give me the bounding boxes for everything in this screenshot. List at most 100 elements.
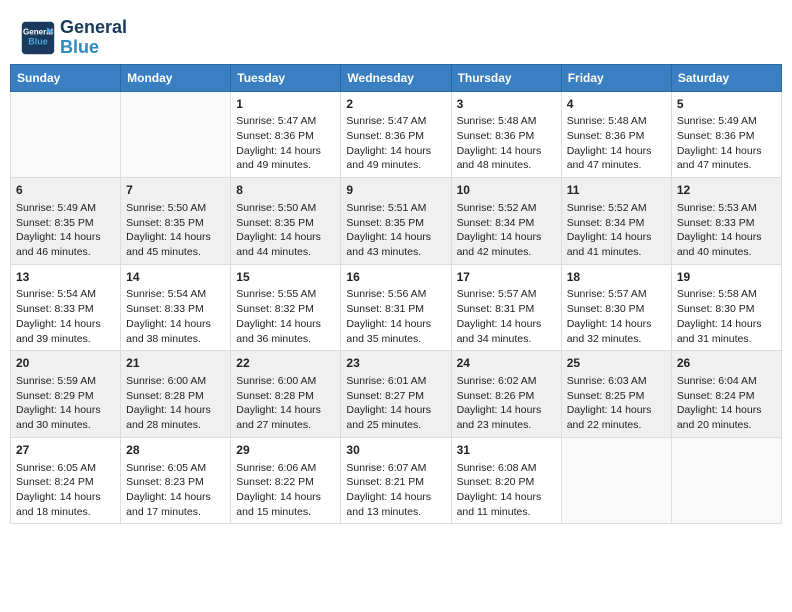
day-header-thursday: Thursday [451, 64, 561, 91]
calendar-day-cell: 20 Sunrise: 5:59 AM Sunset: 8:29 PM Dayli… [11, 351, 121, 438]
day-info: Sunrise: 5:48 AM Sunset: 8:36 PM Dayligh… [457, 114, 556, 173]
day-info: Sunrise: 5:54 AM Sunset: 8:33 PM Dayligh… [16, 287, 115, 346]
day-number: 10 [457, 182, 556, 199]
day-number: 14 [126, 269, 225, 286]
day-info: Sunrise: 6:01 AM Sunset: 8:27 PM Dayligh… [346, 374, 445, 433]
calendar-day-cell: 28 Sunrise: 6:05 AM Sunset: 8:23 PM Dayli… [121, 437, 231, 524]
day-number: 27 [16, 442, 115, 459]
calendar-day-cell: 30 Sunrise: 6:07 AM Sunset: 8:21 PM Dayli… [341, 437, 451, 524]
day-number: 17 [457, 269, 556, 286]
calendar: SundayMondayTuesdayWednesdayThursdayFrid… [10, 64, 782, 525]
logo: General Blue GeneralBlue [20, 18, 127, 58]
day-header-monday: Monday [121, 64, 231, 91]
day-number: 22 [236, 355, 335, 372]
day-info: Sunrise: 5:48 AM Sunset: 8:36 PM Dayligh… [567, 114, 666, 173]
calendar-day-cell: 13Sunrise: 5:54 AM Sunset: 8:33 PM Dayli… [11, 264, 121, 351]
calendar-week-row: 27 Sunrise: 6:05 AM Sunset: 8:24 PM Dayli… [11, 437, 782, 524]
calendar-day-cell: 16Sunrise: 5:56 AM Sunset: 8:31 PM Dayli… [341, 264, 451, 351]
day-info: Sunrise: 5:57 AM Sunset: 8:31 PM Dayligh… [457, 287, 556, 346]
day-number: 13 [16, 269, 115, 286]
calendar-day-cell: 4Sunrise: 5:48 AM Sunset: 8:36 PM Daylig… [561, 91, 671, 178]
day-header-friday: Friday [561, 64, 671, 91]
day-info: Sunrise: 6:05 AM Sunset: 8:23 PM Dayligh… [126, 461, 225, 520]
calendar-day-cell: 10 Sunrise: 5:52 AM Sunset: 8:34 PM Dayli… [451, 178, 561, 265]
calendar-day-cell: 1Sunrise: 5:47 AM Sunset: 8:36 PM Daylig… [231, 91, 341, 178]
day-info: Sunrise: 5:54 AM Sunset: 8:33 PM Dayligh… [126, 287, 225, 346]
calendar-day-cell: 23Sunrise: 6:01 AM Sunset: 8:27 PM Dayli… [341, 351, 451, 438]
calendar-day-cell [11, 91, 121, 178]
day-info: Sunrise: 6:05 AM Sunset: 8:24 PM Dayligh… [16, 461, 115, 520]
day-number: 2 [346, 96, 445, 113]
svg-text:Blue: Blue [28, 36, 48, 46]
day-header-tuesday: Tuesday [231, 64, 341, 91]
day-number: 29 [236, 442, 335, 459]
calendar-day-cell: 7Sunrise: 5:50 AM Sunset: 8:35 PM Daylig… [121, 178, 231, 265]
calendar-day-cell: 6 Sunrise: 5:49 AM Sunset: 8:35 PM Daylig… [11, 178, 121, 265]
calendar-day-cell: 21 Sunrise: 6:00 AM Sunset: 8:28 PM Dayli… [121, 351, 231, 438]
calendar-day-cell: 8 Sunrise: 5:50 AM Sunset: 8:35 PM Daylig… [231, 178, 341, 265]
day-number: 4 [567, 96, 666, 113]
day-number: 18 [567, 269, 666, 286]
day-info: Sunrise: 5:51 AM Sunset: 8:35 PM Dayligh… [346, 201, 445, 260]
day-number: 5 [677, 96, 776, 113]
calendar-day-cell: 24Sunrise: 6:02 AM Sunset: 8:26 PM Dayli… [451, 351, 561, 438]
logo-icon: General Blue [20, 20, 56, 56]
day-number: 20 [16, 355, 115, 372]
day-info: Sunrise: 5:52 AM Sunset: 8:34 PM Dayligh… [567, 201, 666, 260]
day-number: 9 [346, 182, 445, 199]
calendar-week-row: 6 Sunrise: 5:49 AM Sunset: 8:35 PM Daylig… [11, 178, 782, 265]
calendar-day-cell: 5Sunrise: 5:49 AM Sunset: 8:36 PM Daylig… [671, 91, 781, 178]
day-info: Sunrise: 5:52 AM Sunset: 8:34 PM Dayligh… [457, 201, 556, 260]
day-info: Sunrise: 5:47 AM Sunset: 8:36 PM Dayligh… [236, 114, 335, 173]
calendar-day-cell: 25Sunrise: 6:03 AM Sunset: 8:25 PM Dayli… [561, 351, 671, 438]
day-number: 11 [567, 182, 666, 199]
day-number: 1 [236, 96, 335, 113]
day-number: 3 [457, 96, 556, 113]
day-header-sunday: Sunday [11, 64, 121, 91]
calendar-day-cell: 17Sunrise: 5:57 AM Sunset: 8:31 PM Dayli… [451, 264, 561, 351]
calendar-day-cell: 2Sunrise: 5:47 AM Sunset: 8:36 PM Daylig… [341, 91, 451, 178]
day-info: Sunrise: 5:57 AM Sunset: 8:30 PM Dayligh… [567, 287, 666, 346]
day-info: Sunrise: 5:59 AM Sunset: 8:29 PM Dayligh… [16, 374, 115, 433]
calendar-day-cell: 29 Sunrise: 6:06 AM Sunset: 8:22 PM Dayli… [231, 437, 341, 524]
day-info: Sunrise: 6:00 AM Sunset: 8:28 PM Dayligh… [126, 374, 225, 433]
day-info: Sunrise: 5:50 AM Sunset: 8:35 PM Dayligh… [126, 201, 225, 260]
calendar-week-row: 20 Sunrise: 5:59 AM Sunset: 8:29 PM Dayli… [11, 351, 782, 438]
calendar-header-row: SundayMondayTuesdayWednesdayThursdayFrid… [11, 64, 782, 91]
day-info: Sunrise: 6:06 AM Sunset: 8:22 PM Dayligh… [236, 461, 335, 520]
day-info: Sunrise: 5:47 AM Sunset: 8:36 PM Dayligh… [346, 114, 445, 173]
day-info: Sunrise: 6:00 AM Sunset: 8:28 PM Dayligh… [236, 374, 335, 433]
calendar-day-cell: 12Sunrise: 5:53 AM Sunset: 8:33 PM Dayli… [671, 178, 781, 265]
calendar-week-row: 1Sunrise: 5:47 AM Sunset: 8:36 PM Daylig… [11, 91, 782, 178]
calendar-day-cell: 14Sunrise: 5:54 AM Sunset: 8:33 PM Dayli… [121, 264, 231, 351]
day-number: 8 [236, 182, 335, 199]
day-number: 21 [126, 355, 225, 372]
day-header-wednesday: Wednesday [341, 64, 451, 91]
day-number: 15 [236, 269, 335, 286]
day-info: Sunrise: 5:50 AM Sunset: 8:35 PM Dayligh… [236, 201, 335, 260]
day-number: 30 [346, 442, 445, 459]
day-info: Sunrise: 5:56 AM Sunset: 8:31 PM Dayligh… [346, 287, 445, 346]
calendar-day-cell: 26Sunrise: 6:04 AM Sunset: 8:24 PM Dayli… [671, 351, 781, 438]
day-info: Sunrise: 5:53 AM Sunset: 8:33 PM Dayligh… [677, 201, 776, 260]
day-number: 6 [16, 182, 115, 199]
day-info: Sunrise: 5:58 AM Sunset: 8:30 PM Dayligh… [677, 287, 776, 346]
calendar-day-cell [671, 437, 781, 524]
calendar-day-cell: 18Sunrise: 5:57 AM Sunset: 8:30 PM Dayli… [561, 264, 671, 351]
day-number: 31 [457, 442, 556, 459]
calendar-week-row: 13Sunrise: 5:54 AM Sunset: 8:33 PM Dayli… [11, 264, 782, 351]
day-info: Sunrise: 5:49 AM Sunset: 8:36 PM Dayligh… [677, 114, 776, 173]
day-info: Sunrise: 5:55 AM Sunset: 8:32 PM Dayligh… [236, 287, 335, 346]
day-info: Sunrise: 5:49 AM Sunset: 8:35 PM Dayligh… [16, 201, 115, 260]
day-info: Sunrise: 6:08 AM Sunset: 8:20 PM Dayligh… [457, 461, 556, 520]
calendar-day-cell [561, 437, 671, 524]
day-number: 28 [126, 442, 225, 459]
day-info: Sunrise: 6:07 AM Sunset: 8:21 PM Dayligh… [346, 461, 445, 520]
day-number: 25 [567, 355, 666, 372]
day-number: 24 [457, 355, 556, 372]
calendar-day-cell: 3Sunrise: 5:48 AM Sunset: 8:36 PM Daylig… [451, 91, 561, 178]
day-info: Sunrise: 6:04 AM Sunset: 8:24 PM Dayligh… [677, 374, 776, 433]
calendar-day-cell: 15Sunrise: 5:55 AM Sunset: 8:32 PM Dayli… [231, 264, 341, 351]
day-header-saturday: Saturday [671, 64, 781, 91]
calendar-day-cell: 9 Sunrise: 5:51 AM Sunset: 8:35 PM Daylig… [341, 178, 451, 265]
